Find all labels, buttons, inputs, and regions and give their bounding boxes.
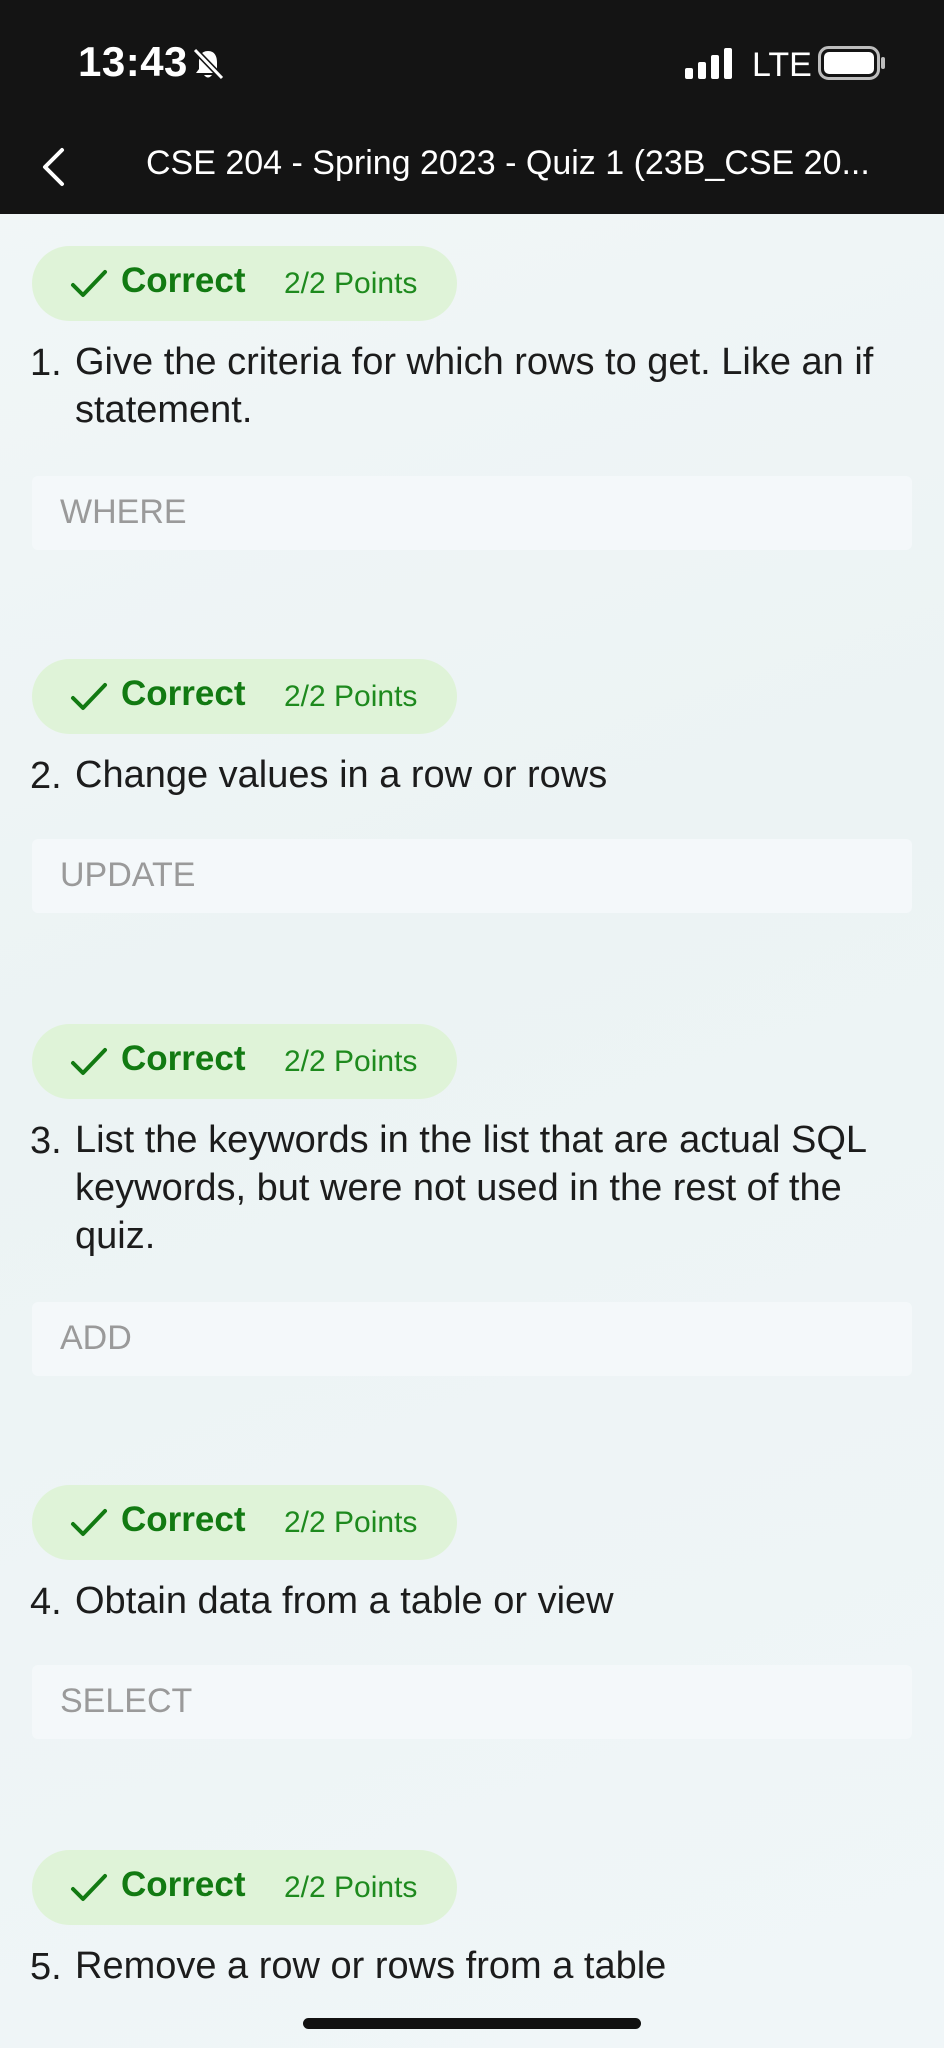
question-text: Give the criteria for which rows to get.… [75, 341, 874, 431]
result-points: 2/2 Points [284, 680, 418, 713]
cellular-signal-icon [685, 48, 732, 79]
check-icon [71, 1048, 107, 1075]
question-number: 1. [30, 342, 62, 384]
result-badge: Correct 2/2 Points [32, 246, 457, 321]
network-type-label: LTE [752, 46, 812, 84]
result-status: Correct [121, 1500, 246, 1539]
result-points: 2/2 Points [284, 1871, 418, 1904]
check-icon [71, 270, 107, 297]
nav-bar: CSE 204 - Spring 2023 - Quiz 1 (23B_CSE … [0, 120, 944, 214]
question-number: 3. [30, 1120, 62, 1162]
result-badge: Correct 2/2 Points [32, 1024, 457, 1099]
answer-field[interactable]: SELECT [32, 1665, 912, 1739]
battery-icon [818, 46, 885, 80]
quiz-title: CSE 204 - Spring 2023 - Quiz 1 (23B_CSE … [146, 144, 870, 182]
question-number: 5. [30, 1946, 62, 1988]
result-points: 2/2 Points [284, 1506, 418, 1539]
question-text: List the keywords in the list that are a… [75, 1119, 866, 1257]
result-badge: Correct 2/2 Points [32, 1850, 457, 1925]
result-status: Correct [121, 1865, 246, 1904]
question-text: Obtain data from a table or view [75, 1580, 614, 1622]
answer-value: WHERE [60, 493, 187, 531]
answer-value: ADD [60, 1319, 132, 1357]
check-icon [71, 1509, 107, 1536]
answer-value: UPDATE [60, 856, 196, 894]
status-time: 13:43 [78, 38, 188, 85]
question-number: 4. [30, 1581, 62, 1623]
result-points: 2/2 Points [284, 1045, 418, 1078]
answer-field[interactable]: WHERE [32, 476, 912, 550]
result-badge: Correct 2/2 Points [32, 659, 457, 734]
result-badge: Correct 2/2 Points [32, 1485, 457, 1560]
answer-value: SELECT [60, 1682, 193, 1720]
status-bar: 13:43 LTE [0, 0, 944, 120]
answer-field[interactable]: UPDATE [32, 839, 912, 913]
result-status: Correct [121, 261, 246, 300]
question-number: 2. [30, 755, 62, 797]
result-points: 2/2 Points [284, 267, 418, 300]
back-chevron-icon[interactable] [34, 142, 74, 192]
home-indicator[interactable] [303, 2018, 641, 2029]
question-text: Change values in a row or rows [75, 754, 608, 796]
check-icon [71, 1874, 107, 1901]
result-status: Correct [121, 674, 246, 713]
answer-field[interactable]: ADD [32, 1302, 912, 1376]
bell-muted-icon [192, 47, 225, 81]
check-icon [71, 683, 107, 710]
result-status: Correct [121, 1039, 246, 1078]
question-text: Remove a row or rows from a table [75, 1945, 667, 1987]
